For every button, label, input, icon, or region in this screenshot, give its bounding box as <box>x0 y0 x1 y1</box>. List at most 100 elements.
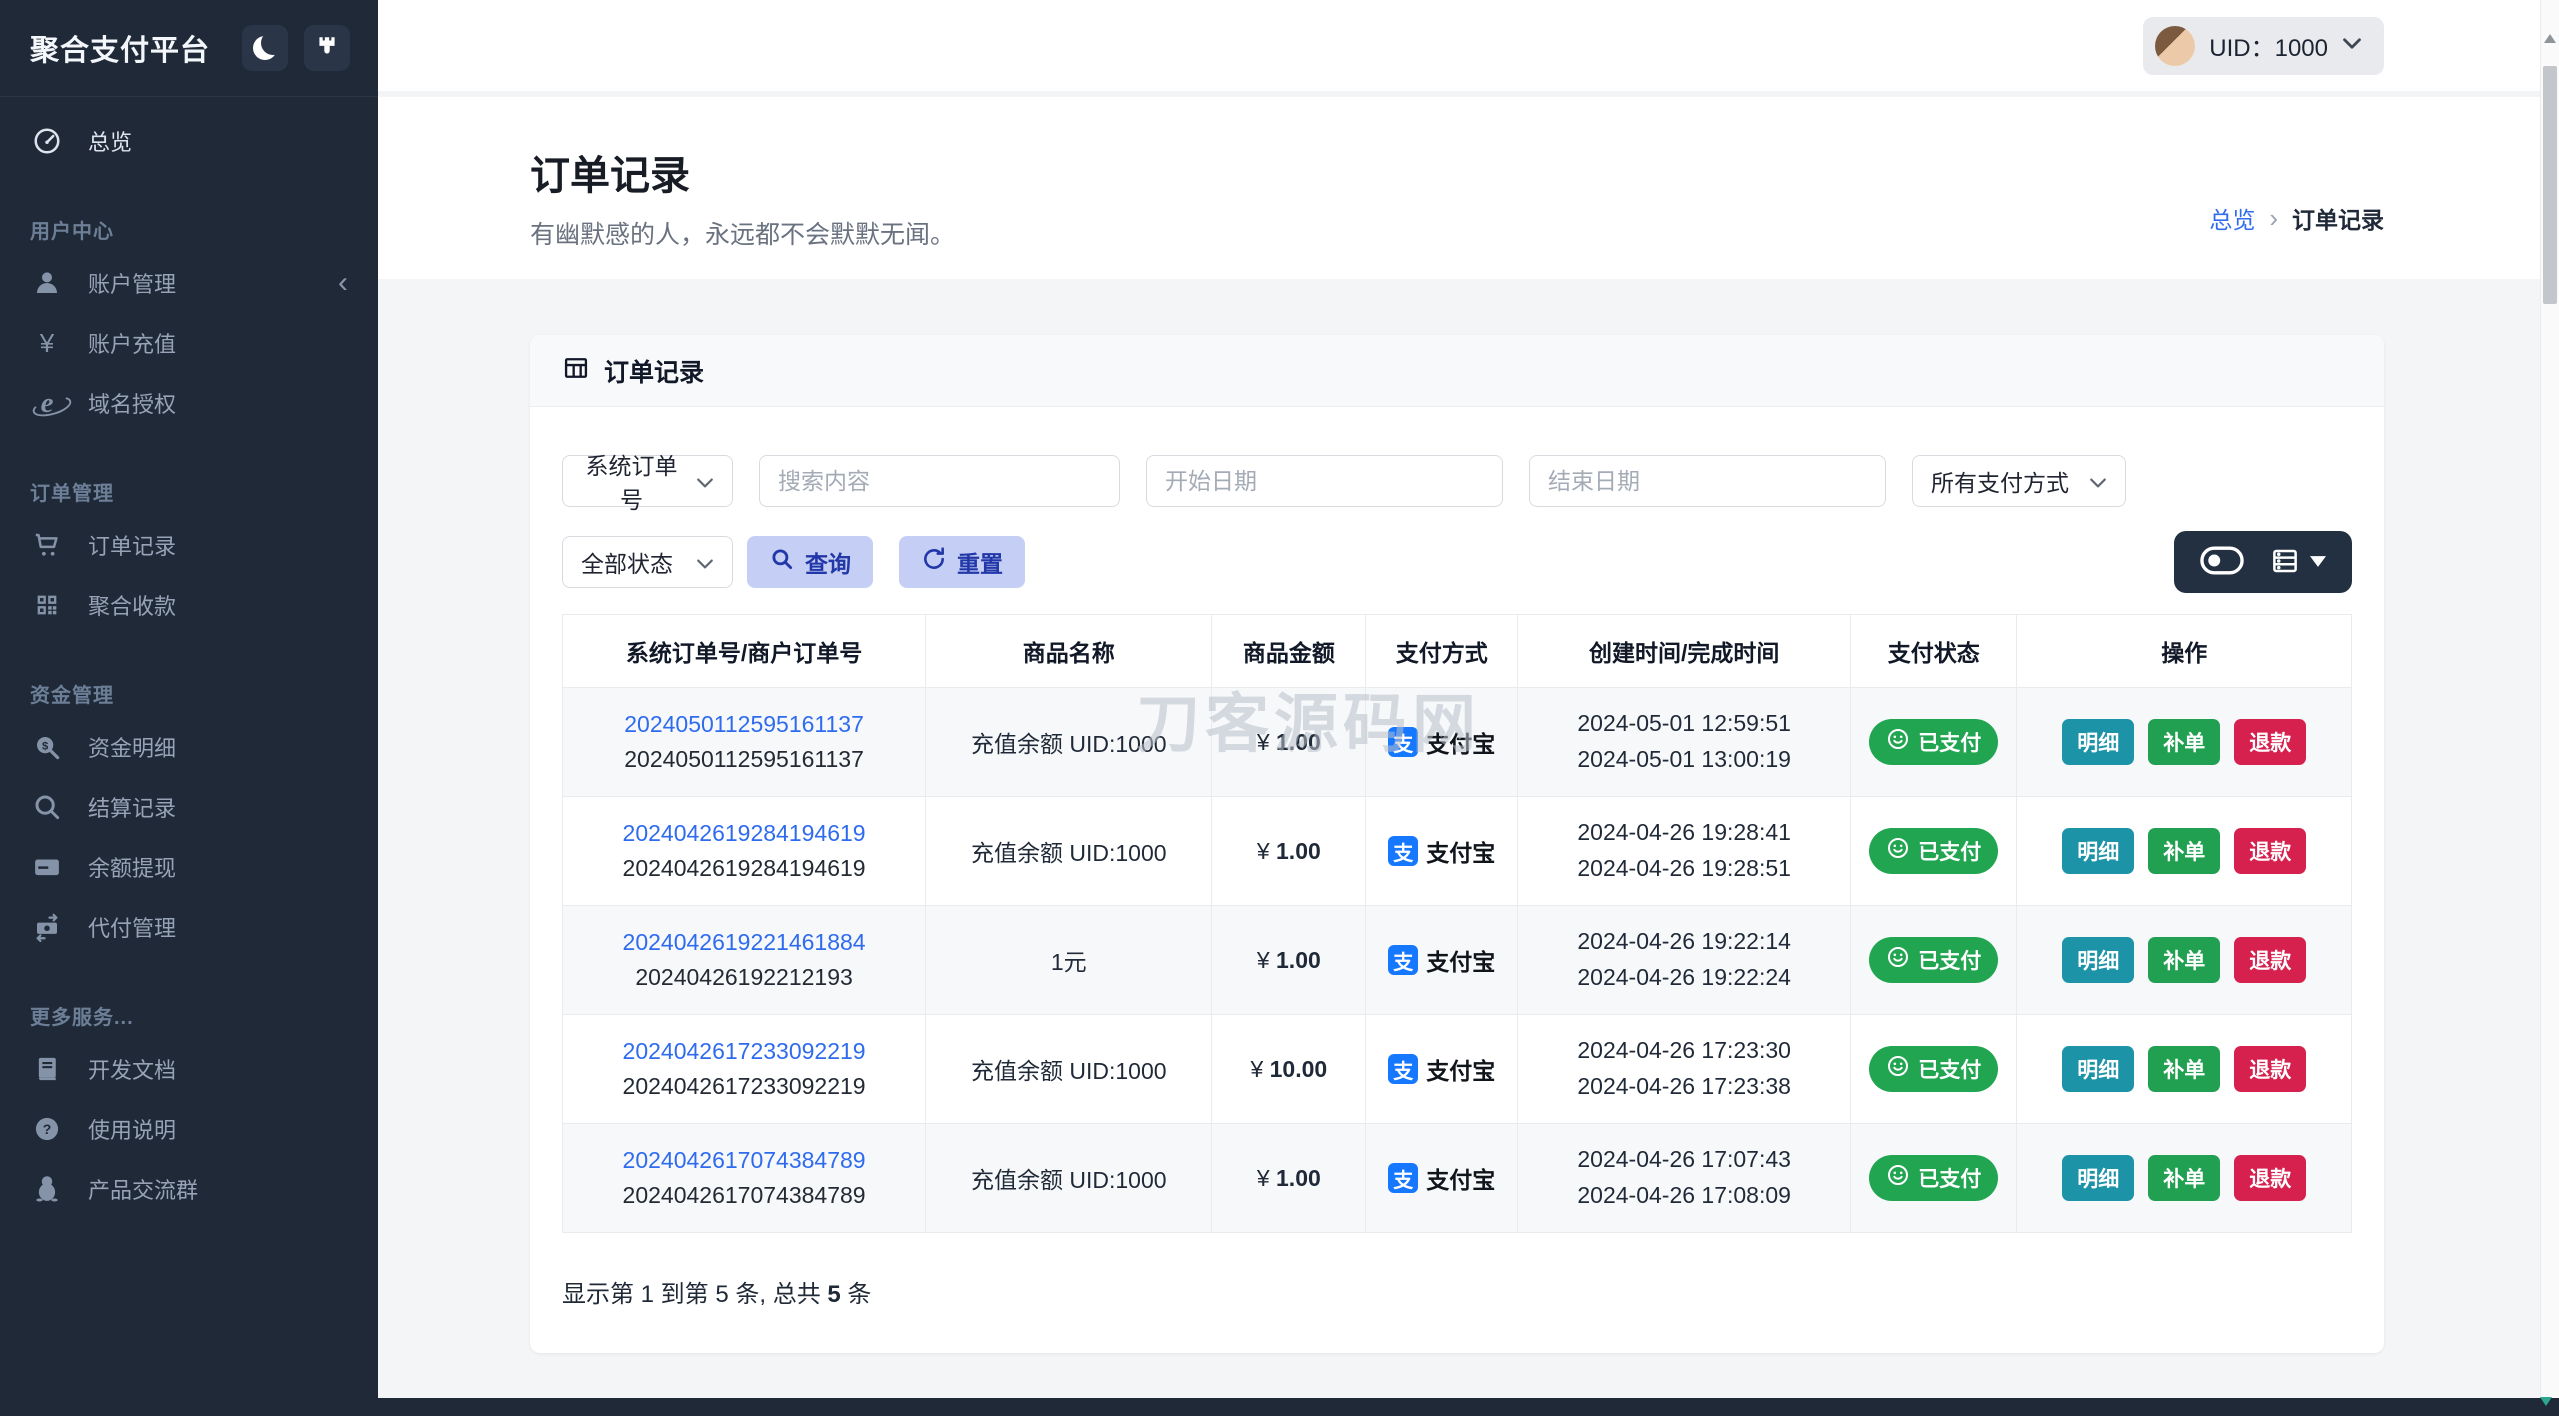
sidebar-nav: 总览 用户中心 账户管理 ‹ ¥ 账户充值 e 域名授权 订单管理 订单记录 聚合收款 资金管理 $ 资金… <box>0 97 378 1219</box>
pay-method-select[interactable]: 所有支付方式 <box>1912 455 2126 507</box>
sidebar-item-aggregate-collect[interactable]: 聚合收款 <box>0 575 378 635</box>
sidebar-item-usage-guide[interactable]: ? 使用说明 <box>0 1099 378 1159</box>
system-order-link[interactable]: 2024042619284194619 <box>563 820 925 847</box>
dark-mode-button[interactable] <box>242 25 288 71</box>
cart-icon <box>30 530 64 560</box>
refund-button[interactable]: 退款 <box>2234 828 2307 874</box>
amount-cell: ¥ 1.00 <box>1211 796 1367 906</box>
refund-button[interactable]: 退款 <box>2234 719 2307 765</box>
card-header: 订单记录 <box>530 335 2384 407</box>
completed-time: 2024-04-26 17:23:38 <box>1577 1073 1791 1099</box>
system-order-link[interactable]: 2024042619221461884 <box>563 929 925 956</box>
user-icon <box>30 268 64 298</box>
sidebar-item-label: 账户管理 <box>88 272 177 297</box>
scroll-down-arrow-icon[interactable] <box>2540 1397 2552 1412</box>
amount-cell: ¥ 1.00 <box>1211 687 1367 797</box>
alipay-icon: 支 <box>1388 727 1419 757</box>
system-order-link[interactable]: 2024042617233092219 <box>563 1038 925 1065</box>
search-input[interactable] <box>759 455 1120 507</box>
detail-button[interactable]: 明细 <box>2062 937 2135 983</box>
reorder-button[interactable]: 补单 <box>2148 937 2221 983</box>
pay-method-cell: 支支付宝 <box>1365 1123 1519 1233</box>
svg-text:?: ? <box>43 1121 52 1137</box>
penguin-icon <box>30 1174 64 1204</box>
toggle-view-button[interactable] <box>2200 546 2244 578</box>
breadcrumb: 总览 › 订单记录 <box>2209 157 2384 279</box>
globe-e-icon: e <box>40 386 54 419</box>
product-name-cell: 1元 <box>925 905 1213 1015</box>
reorder-button[interactable]: 补单 <box>2148 1155 2221 1201</box>
detail-button[interactable]: 明细 <box>2062 719 2135 765</box>
pay-method-cell: 支支付宝 <box>1365 1014 1519 1124</box>
scrollbar[interactable] <box>2540 0 2559 1416</box>
product-name-cell: 充值余额 UID:1000 <box>925 796 1213 906</box>
book-icon <box>30 1055 64 1083</box>
sidebar-item-settlement-records[interactable]: 结算记录 <box>0 777 378 837</box>
caret-down-icon <box>2310 555 2326 570</box>
pay-method-cell: 支支付宝 <box>1365 905 1519 1015</box>
column-settings-button[interactable] <box>2270 546 2326 579</box>
sidebar-item-label: 总览 <box>88 130 133 155</box>
query-button[interactable]: 查询 <box>747 536 873 588</box>
brush-icon <box>314 34 340 63</box>
breadcrumb-separator-icon: › <box>2269 202 2278 233</box>
detail-button[interactable]: 明细 <box>2062 1155 2135 1201</box>
qrcode-icon <box>30 591 64 619</box>
topbar: UID：1000 <box>378 0 2540 97</box>
sidebar-item-domain-auth[interactable]: e 域名授权 <box>0 373 378 433</box>
sidebar-item-order-records[interactable]: 订单记录 <box>0 515 378 575</box>
search-icon <box>769 546 795 578</box>
sidebar-item-balance-withdraw[interactable]: 余额提现 <box>0 837 378 897</box>
system-order-link[interactable]: 2024050112595161137 <box>563 711 925 738</box>
sidebar-item-account-recharge[interactable]: ¥ 账户充值 <box>0 313 378 373</box>
actions-cell: 明细 补单 退款 <box>2016 1123 2352 1233</box>
scrollbar-thumb[interactable] <box>2543 66 2557 304</box>
detail-button[interactable]: 明细 <box>2062 1046 2135 1092</box>
status-select[interactable]: 全部状态 <box>562 536 733 588</box>
sidebar-item-account-manage[interactable]: 账户管理 ‹ <box>0 253 378 313</box>
sidebar-item-product-group[interactable]: 产品交流群 <box>0 1159 378 1219</box>
refund-button[interactable]: 退款 <box>2234 1046 2307 1092</box>
sidebar-item-label: 产品交流群 <box>88 1178 199 1203</box>
product-name-cell: 充值余额 UID:1000 <box>925 687 1213 797</box>
sidebar-item-overview[interactable]: 总览 <box>0 111 378 171</box>
sidebar-item-label: 代付管理 <box>88 916 177 941</box>
question-icon: ? <box>30 1115 64 1143</box>
amount-cell: ¥ 1.00 <box>1211 1123 1367 1233</box>
smiley-icon <box>1886 727 1910 757</box>
results-summary: 显示第 1 到第 5 条, 总共 5 条 <box>562 1281 872 1308</box>
toggle-off-icon <box>2200 546 2244 578</box>
merchant-order-no: 2024042617074384789 <box>622 1182 866 1208</box>
column-header: 系统订单号/商户订单号 <box>561 614 927 688</box>
refund-button[interactable]: 退款 <box>2234 1155 2307 1201</box>
user-menu[interactable]: UID：1000 <box>2143 16 2384 75</box>
sidebar: 聚合支付平台 总览 用户中心 账户管理 ‹ ¥ 账户充值 e 域名授权 订单管理 订单记录 聚合收款… <box>0 0 378 1416</box>
reorder-button[interactable]: 补单 <box>2148 719 2221 765</box>
reset-button[interactable]: 重置 <box>899 536 1025 588</box>
completed-time: 2024-04-26 19:28:51 <box>1577 855 1791 881</box>
table-list-icon <box>2270 546 2300 579</box>
detail-button[interactable]: 明细 <box>2062 828 2135 874</box>
amount-cell: ¥ 10.00 <box>1211 1014 1367 1124</box>
sidebar-item-fund-details[interactable]: $ 资金明细 <box>0 717 378 777</box>
sidebar-item-dev-docs[interactable]: 开发文档 <box>0 1039 378 1099</box>
completed-time: 2024-04-26 17:08:09 <box>1577 1182 1791 1208</box>
scroll-up-arrow-icon[interactable] <box>2544 28 2556 43</box>
smiley-icon <box>1886 1054 1910 1084</box>
reorder-button[interactable]: 补单 <box>2148 1046 2221 1092</box>
merchant-order-no: 2024050112595161137 <box>624 746 864 772</box>
refund-button[interactable]: 退款 <box>2234 937 2307 983</box>
system-order-link[interactable]: 2024042617074384789 <box>563 1147 925 1174</box>
filter-row-2: 全部状态 查询 重置 <box>562 531 2352 593</box>
theme-button[interactable] <box>304 25 350 71</box>
pay-method-cell: 支支付宝 <box>1365 687 1519 797</box>
sidebar-item-label: 账户充值 <box>88 332 177 357</box>
end-date-input[interactable] <box>1529 455 1886 507</box>
breadcrumb-home-link[interactable]: 总览 <box>2209 201 2255 235</box>
gauge-icon <box>30 126 64 156</box>
start-date-input[interactable] <box>1146 455 1503 507</box>
reorder-button[interactable]: 补单 <box>2148 828 2221 874</box>
sidebar-item-payout-manage[interactable]: 代付管理 <box>0 897 378 957</box>
page-subtitle: 有幽默感的人，永远都不会默默无闻。 <box>530 221 956 249</box>
search-type-select[interactable]: 系统订单号 <box>562 453 733 513</box>
